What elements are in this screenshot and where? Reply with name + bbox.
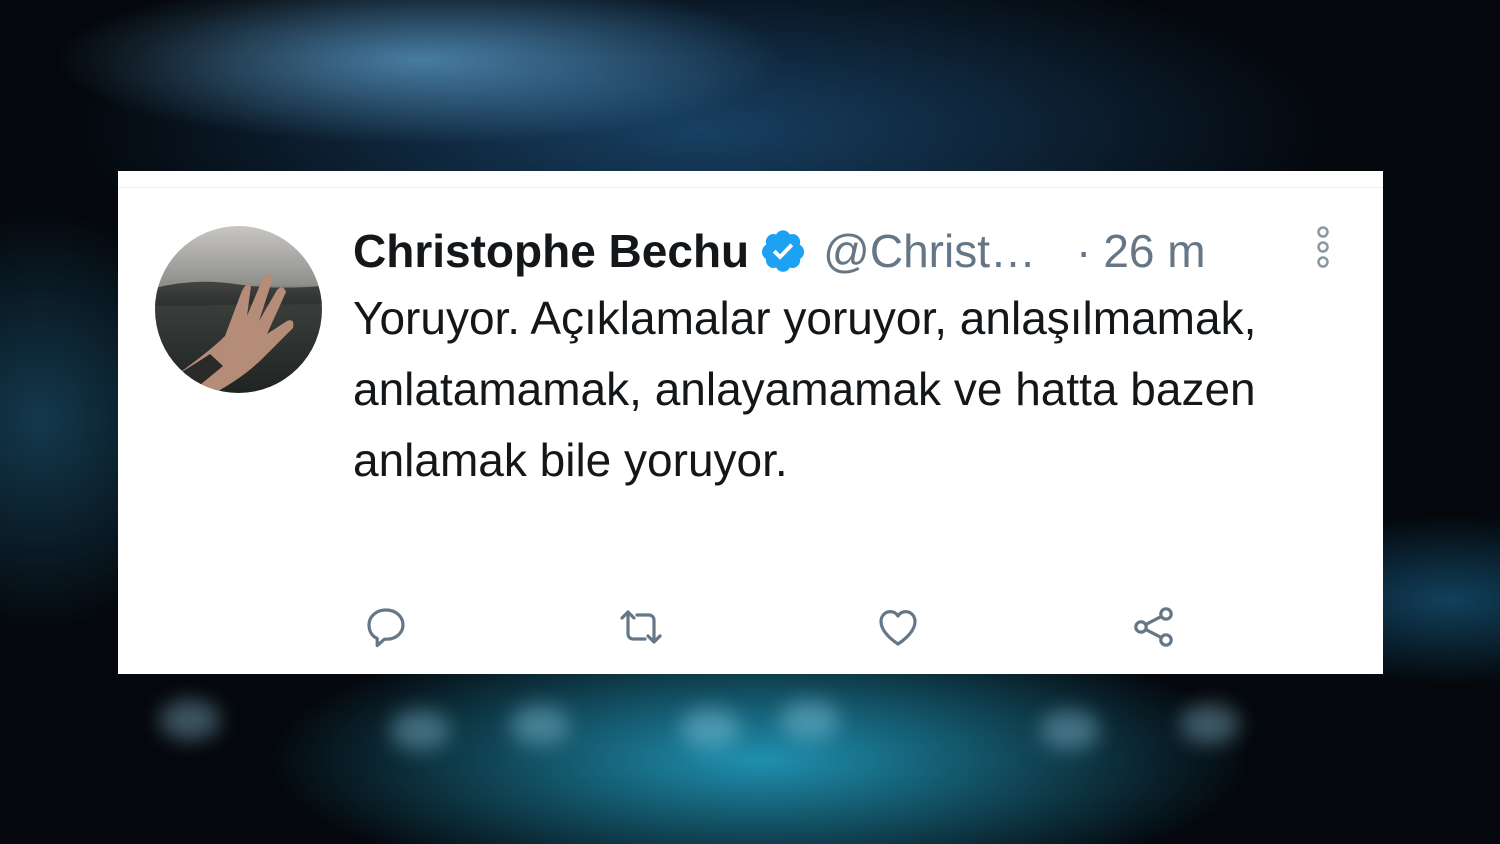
like-button[interactable] [870,599,926,655]
background-glow [140,690,1340,770]
reply-button[interactable] [358,599,414,655]
author-name[interactable]: Christophe Bechu [353,224,749,278]
tweet-header: Christophe Bechu @Christ… · 26 m [353,221,1343,281]
share-button[interactable] [1126,599,1182,655]
heart-icon [879,610,917,646]
tweet-actions [358,599,1258,655]
retweet-icon [620,610,662,644]
author-handle[interactable]: @Christ… [823,224,1036,278]
retweet-button[interactable] [613,599,669,655]
reply-icon [367,608,405,648]
avatar[interactable] [155,226,322,393]
timestamp[interactable]: 26 m [1103,224,1205,278]
share-icon [1134,607,1173,647]
separator-dot: · [1075,225,1092,277]
divider [118,187,1383,188]
verified-badge-icon [759,227,807,275]
more-vertical-icon[interactable] [1303,225,1343,277]
tweet-card[interactable]: Christophe Bechu @Christ… · 26 m Yoruyor… [118,171,1383,674]
tweet-text: Yoruyor. Açıklamalar yoruyor, anlaşılmam… [353,292,1257,486]
